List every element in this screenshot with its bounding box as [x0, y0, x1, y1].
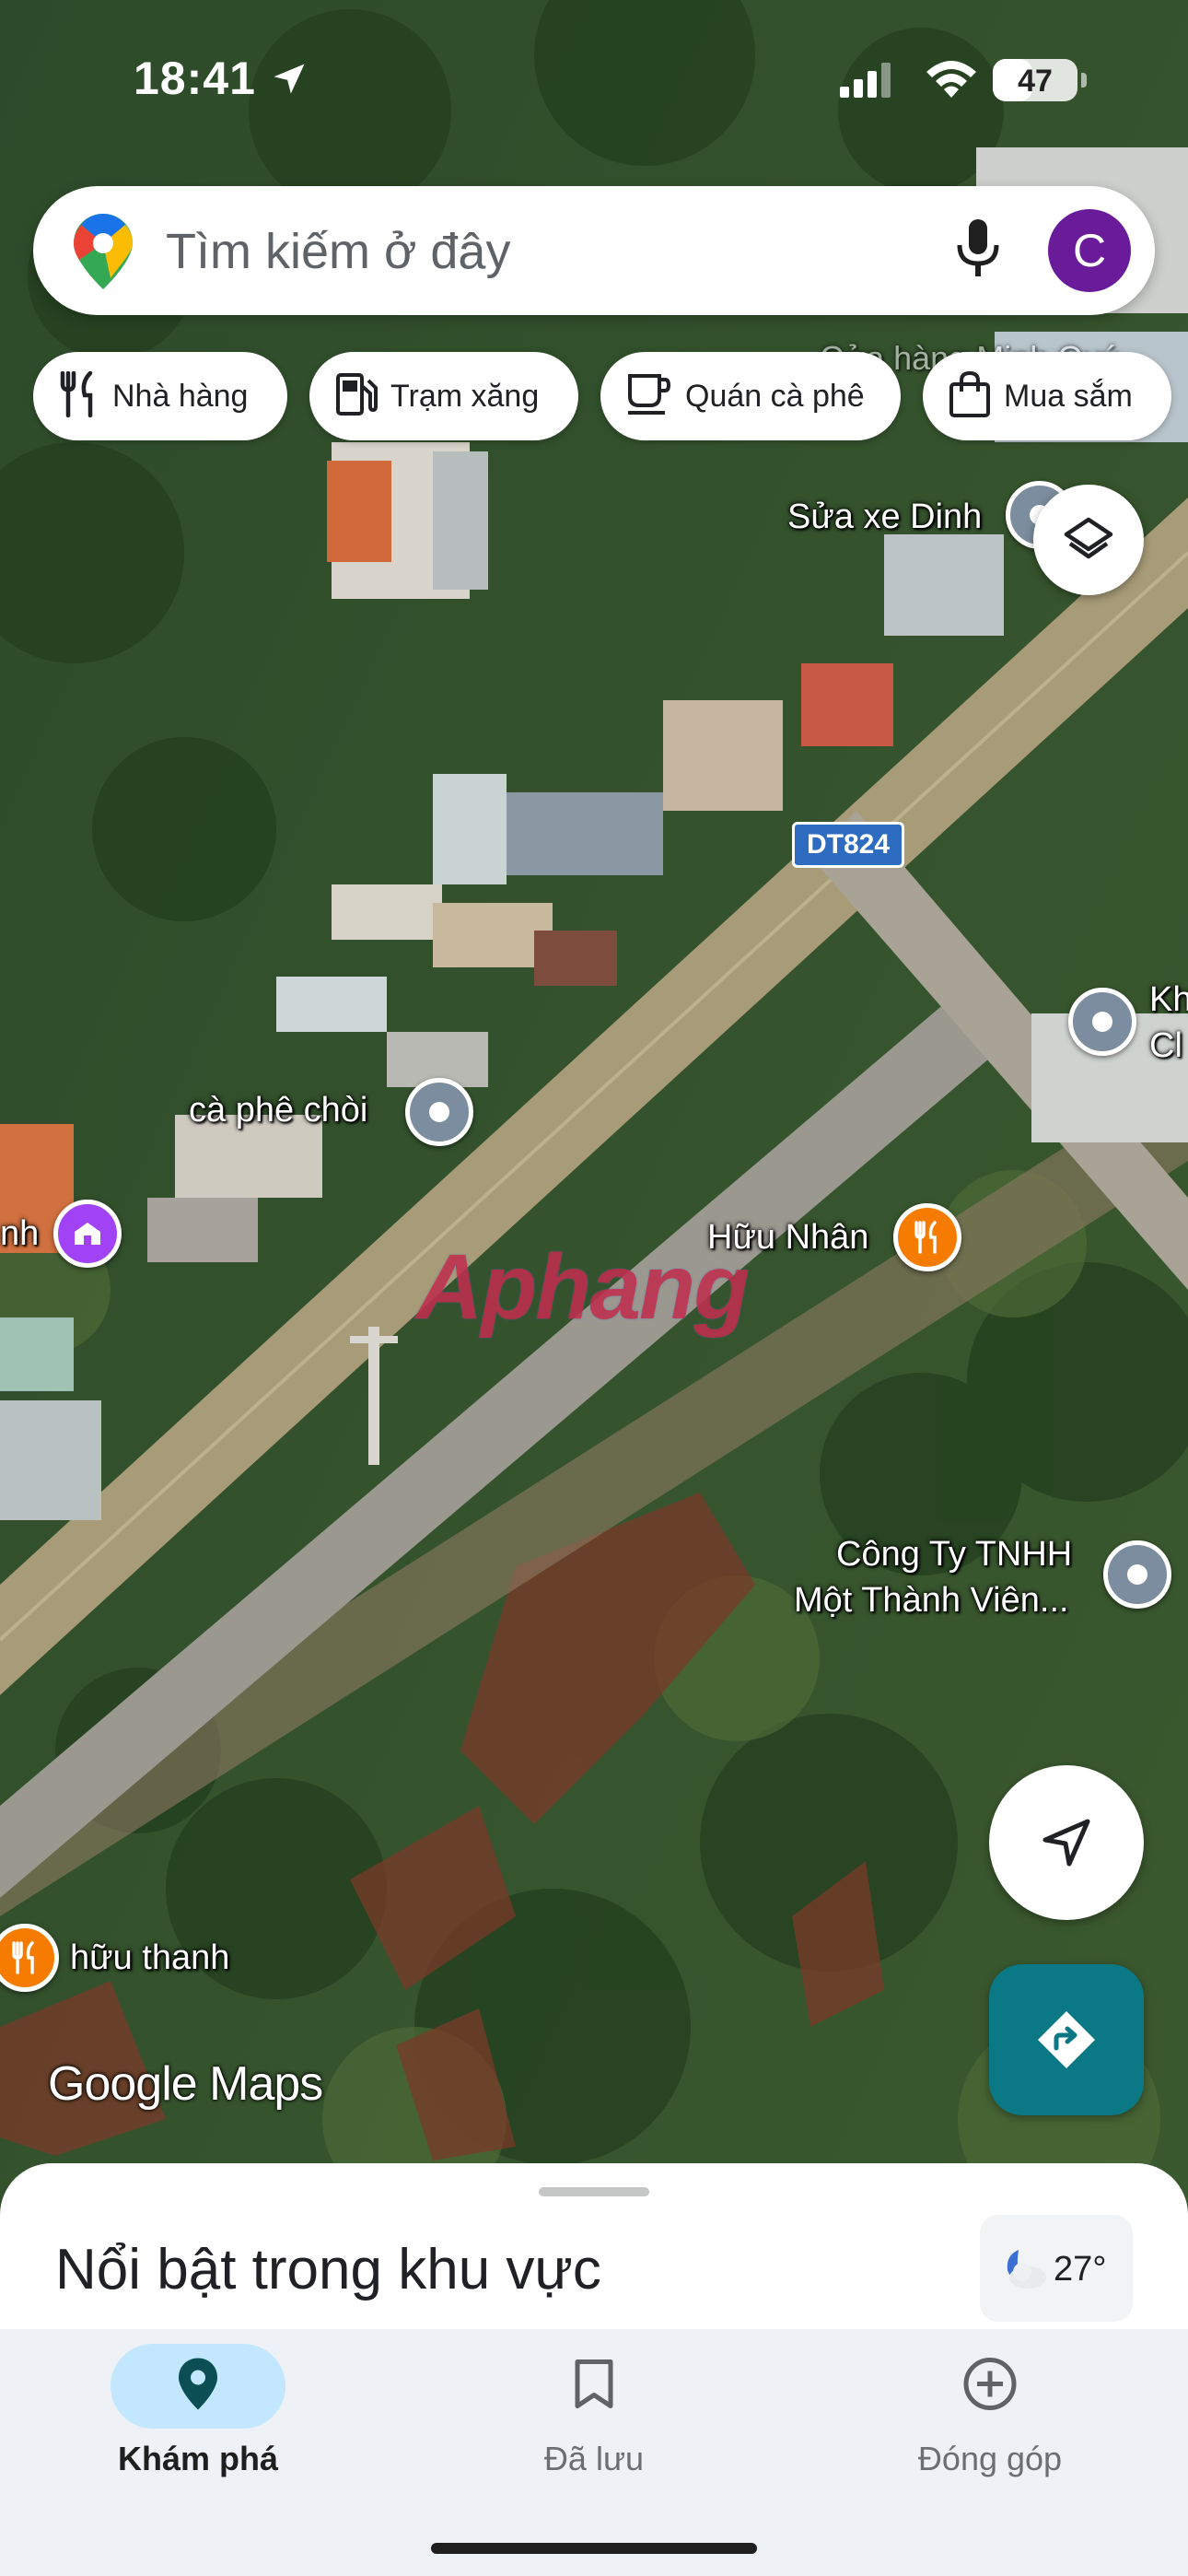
search-input[interactable]: Tìm kiếm ở đây [166, 223, 510, 280]
chip-gas-stations[interactable]: Trạm xăng [309, 352, 578, 440]
gas-station-icon [335, 371, 378, 422]
home-indicator[interactable] [431, 2543, 757, 2554]
search-bar[interactable]: Tìm kiếm ở đây C [33, 186, 1155, 315]
map-label-cong-ty-line1[interactable]: Công Ty TNHH [836, 1535, 1072, 1575]
layers-icon [1064, 517, 1113, 559]
coffee-cup-icon [626, 372, 672, 421]
tab-contribute-label: Đóng góp [917, 2440, 1063, 2477]
map-label-ca-phe-choi[interactable]: cà phê chòi [189, 1091, 367, 1130]
explore-pin-icon [177, 2357, 219, 2417]
tab-explore-label: Khám phá [117, 2440, 279, 2477]
avatar[interactable]: C [1048, 209, 1131, 292]
google-maps-logo: Google Maps [48, 2057, 323, 2111]
bookmark-icon [574, 2359, 614, 2415]
watermark: Aphang [416, 1235, 750, 1339]
sheet-drag-handle[interactable] [539, 2187, 649, 2196]
status-time: 18:41 [134, 53, 256, 104]
map-label-sua-xe-dinh[interactable]: Sửa xe Dinh [787, 498, 982, 537]
restaurant-pin-huu-thanh[interactable] [0, 1924, 59, 1992]
chip-label: Quán cà phê [685, 378, 865, 414]
chip-restaurants[interactable]: Nhà hàng [33, 352, 287, 440]
bottom-navigation: Khám phá Đã lưu Đóng góp [0, 2329, 1188, 2576]
chip-label: Mua sắm [1004, 378, 1133, 414]
tab-explore[interactable]: Khám phá [0, 2329, 396, 2513]
chip-coffee[interactable]: Quán cà phê [600, 352, 901, 440]
directions-button[interactable] [989, 1964, 1144, 2115]
chip-label: Nhà hàng [112, 378, 249, 414]
fork-knife-icon [914, 1221, 937, 1254]
add-circle-icon [962, 2357, 1018, 2417]
weather-chip[interactable]: 27° [980, 2215, 1133, 2322]
temple-icon [75, 1223, 100, 1245]
sheet-title: Nổi bật trong khu vực [55, 2238, 601, 2301]
status-bar: 18:41 47 [0, 0, 1188, 157]
place-pin-kh[interactable] [1068, 988, 1136, 1056]
place-pin-cong-ty[interactable] [1103, 1540, 1171, 1609]
fork-knife-icon [12, 1941, 34, 1974]
tab-saved-label: Đã lưu [543, 2440, 645, 2477]
shopping-bag-icon [949, 370, 991, 422]
chip-shopping[interactable]: Mua sắm [923, 352, 1171, 440]
fork-knife-icon [59, 370, 99, 422]
tab-saved[interactable]: Đã lưu [396, 2329, 792, 2513]
battery-tip [1081, 73, 1087, 88]
tab-contribute[interactable]: Đóng góp [792, 2329, 1188, 2513]
map-label-edge-left[interactable]: nh [0, 1214, 39, 1254]
restaurant-pin-huu-nhan[interactable] [893, 1203, 961, 1271]
chip-label: Trạm xăng [390, 378, 540, 414]
bottom-sheet[interactable]: Nổi bật trong khu vực 27° [0, 2163, 1188, 2348]
google-maps-pin-icon [74, 214, 133, 294]
battery-percent: 47 [1018, 64, 1053, 99]
microphone-icon[interactable] [956, 219, 1000, 285]
my-location-button[interactable] [989, 1765, 1144, 1920]
location-arrow-icon [269, 59, 309, 104]
map-label-huu-thanh[interactable]: hữu thanh [70, 1938, 229, 1978]
place-pin-temple[interactable] [53, 1200, 122, 1268]
road-shield-dt824: DT824 [792, 822, 904, 868]
map-label-edge-right-2[interactable]: Cl [1149, 1026, 1182, 1066]
weather-temperature: 27° [1054, 2250, 1107, 2289]
weather-moon-cloud-icon [998, 2246, 1048, 2295]
place-pin-ca-phe-choi[interactable] [405, 1078, 473, 1146]
navigation-arrow-icon [1042, 1819, 1090, 1867]
cellular-signal-icon [840, 63, 891, 102]
wifi-icon [924, 59, 979, 104]
map-label-edge-right-1[interactable]: Kh [1149, 980, 1188, 1020]
layers-button[interactable] [1033, 485, 1144, 595]
map-label-cong-ty-line2[interactable]: Một Thành Viên... [794, 1581, 1069, 1621]
directions-icon [1038, 2011, 1095, 2068]
battery-icon: 47 [993, 59, 1077, 101]
